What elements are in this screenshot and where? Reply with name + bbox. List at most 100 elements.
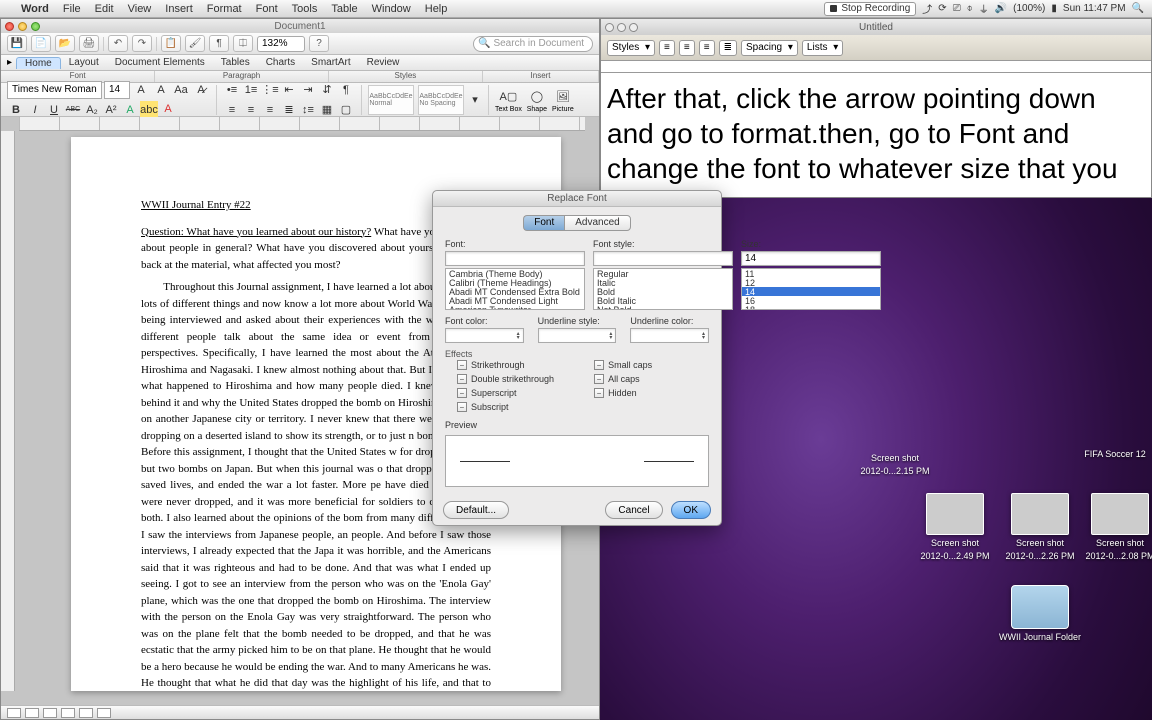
align-left-button[interactable]: ≡ — [659, 40, 675, 56]
view-outline-button[interactable] — [25, 708, 39, 718]
paste-icon[interactable]: 📋 — [161, 35, 181, 52]
search-field[interactable]: 🔍 Search in Document — [473, 36, 593, 52]
clear-formatting-button[interactable]: A̷ — [192, 81, 210, 99]
shrink-font-button[interactable]: A — [152, 81, 170, 99]
textedit-ruler[interactable] — [601, 61, 1151, 73]
tab-document-elements[interactable]: Document Elements — [107, 57, 213, 68]
grow-font-button[interactable]: A — [132, 81, 150, 99]
sort-button[interactable]: ⇵ — [318, 81, 336, 99]
spotlight-icon[interactable]: 🔍 — [1132, 3, 1144, 14]
menu-insert[interactable]: Insert — [158, 3, 200, 15]
new-icon[interactable]: 📄 — [31, 35, 51, 52]
menu-window[interactable]: Window — [365, 3, 418, 15]
open-icon[interactable]: 📂 — [55, 35, 75, 52]
volume-icon[interactable]: 🔊 — [995, 3, 1007, 14]
menu-tools[interactable]: Tools — [285, 3, 325, 15]
picture-button[interactable]: 🖼 — [552, 86, 574, 106]
align-center-button[interactable]: ≡ — [242, 101, 260, 119]
borders-button[interactable]: ▢ — [337, 101, 355, 119]
help-icon[interactable]: ? — [309, 35, 329, 52]
word-zoom-button[interactable] — [31, 22, 40, 31]
size-input[interactable] — [741, 251, 881, 266]
font-family-dropdown[interactable]: Times New Roman — [7, 81, 102, 99]
word-close-button[interactable] — [5, 22, 14, 31]
styles-dropdown[interactable]: Styles ▾ — [607, 40, 655, 56]
align-justify-button[interactable]: ≣ — [719, 40, 737, 56]
highlight-button[interactable]: abc — [140, 101, 158, 119]
font-color-button[interactable]: A — [159, 101, 177, 119]
textedit-minimize-button[interactable] — [617, 23, 626, 32]
menu-table[interactable]: Table — [324, 3, 364, 15]
menu-view[interactable]: View — [121, 3, 159, 15]
clock[interactable]: Sun 11:47 PM — [1063, 3, 1126, 14]
textedit-zoom-button[interactable] — [629, 23, 638, 32]
decrease-indent-button[interactable]: ⇤ — [280, 81, 298, 99]
print-icon[interactable]: 🖨 — [79, 35, 99, 52]
numbering-button[interactable]: 1≡ — [242, 81, 260, 99]
spacing-dropdown[interactable]: Spacing ▾ — [741, 40, 798, 56]
stop-recording-button[interactable]: Stop Recording — [824, 2, 916, 16]
checkbox-small-caps[interactable]: –Small caps — [594, 360, 652, 370]
tab-advanced[interactable]: Advanced — [564, 215, 630, 231]
redo-icon[interactable]: ↷ — [132, 35, 152, 52]
multilevel-list-button[interactable]: ⋮≡ — [261, 81, 279, 99]
styles-pane-button[interactable]: ▾ — [468, 91, 482, 109]
checkbox-subscript[interactable]: –Subscript — [457, 402, 554, 412]
align-right-button[interactable]: ≡ — [699, 40, 715, 56]
checkbox-double-strikethrough[interactable]: –Double strikethrough — [457, 374, 554, 384]
strikethrough-button[interactable]: ABC — [64, 101, 82, 119]
italic-button[interactable]: I — [26, 101, 44, 119]
change-case-button[interactable]: Aa — [172, 81, 190, 99]
checkbox-superscript[interactable]: –Superscript — [457, 388, 554, 398]
font-style-input[interactable] — [593, 251, 733, 266]
show-nonprinting-icon[interactable]: ⎅ — [233, 35, 253, 52]
battery-status[interactable]: (100%) — [1013, 3, 1045, 14]
bluetooth-icon[interactable]: ⌽ — [967, 3, 973, 14]
checkbox-all-caps[interactable]: –All caps — [594, 374, 652, 384]
font-list[interactable]: Cambria (Theme Body) Calibri (Theme Head… — [445, 268, 585, 310]
superscript-button[interactable]: A² — [102, 101, 120, 119]
align-left-button[interactable]: ≡ — [223, 101, 241, 119]
checkbox-hidden[interactable]: –Hidden — [594, 388, 652, 398]
display-icon[interactable]: ⎚ — [953, 3, 961, 14]
text-effects-button[interactable]: A — [121, 101, 139, 119]
word-minimize-button[interactable] — [18, 22, 27, 31]
increase-indent-button[interactable]: ⇥ — [299, 81, 317, 99]
ruler-vertical[interactable] — [1, 131, 15, 691]
view-notebook-button[interactable] — [79, 708, 93, 718]
menu-format[interactable]: Format — [200, 3, 249, 15]
size-list[interactable]: 11 12 14 16 18 — [741, 268, 881, 310]
desktop-icon-screenshot-5[interactable]: Screen shot2012-0...2.08 PM — [1075, 493, 1152, 561]
tab-charts[interactable]: Charts — [258, 57, 303, 68]
view-print-button[interactable] — [61, 708, 75, 718]
font-input[interactable] — [445, 251, 585, 266]
app-menu[interactable]: Word — [14, 3, 56, 15]
cancel-button[interactable]: Cancel — [605, 501, 662, 519]
shading-button[interactable]: ▦ — [318, 101, 336, 119]
align-center-button[interactable]: ≡ — [679, 40, 695, 56]
wifi-icon[interactable]: ⏚ — [979, 1, 989, 16]
font-color-dropdown[interactable]: ▴▾ — [445, 328, 524, 343]
sync-icon[interactable]: ⟳ — [938, 3, 946, 14]
format-painter-icon[interactable]: 🖌 — [185, 35, 205, 52]
checkbox-strikethrough[interactable]: –Strikethrough — [457, 360, 554, 370]
desktop-icon-fifa[interactable]: FIFA Soccer 12 — [1070, 449, 1152, 459]
font-style-list[interactable]: Regular Italic Bold Bold Italic Not Bold — [593, 268, 733, 310]
undo-icon[interactable]: ↶ — [108, 35, 128, 52]
view-fullscreen-button[interactable] — [97, 708, 111, 718]
show-marks-button[interactable]: ¶ — [337, 81, 355, 99]
default-button[interactable]: Default... — [443, 501, 509, 519]
share-icon[interactable]: ⤴︎ — [922, 1, 932, 16]
view-publishing-button[interactable] — [43, 708, 57, 718]
underline-style-dropdown[interactable]: ▴▾ — [538, 328, 617, 343]
menu-font[interactable]: Font — [249, 3, 285, 15]
bullets-button[interactable]: •≡ — [223, 81, 241, 99]
menu-edit[interactable]: Edit — [88, 3, 121, 15]
style-no-spacing[interactable]: AaBbCcDdEeNo Spacing — [418, 85, 464, 115]
lists-dropdown[interactable]: Lists ▾ — [802, 40, 843, 56]
shape-button[interactable]: ◯ — [526, 86, 548, 106]
tab-font[interactable]: Font — [523, 215, 564, 231]
ruler-horizontal[interactable] — [19, 117, 585, 131]
subscript-button[interactable]: A₂ — [83, 101, 101, 119]
show-formatting-icon[interactable]: ¶ — [209, 35, 229, 52]
